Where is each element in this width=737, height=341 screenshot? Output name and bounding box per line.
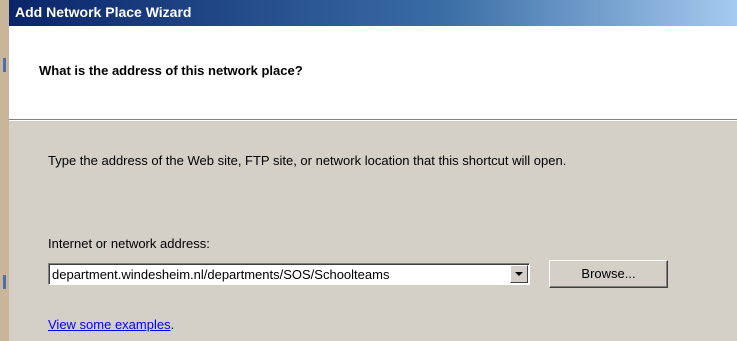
title-bar[interactable]: Add Network Place Wizard bbox=[9, 0, 737, 26]
browse-button[interactable]: Browse... bbox=[549, 260, 668, 288]
address-combobox[interactable]: department.windesheim.nl/departments/SOS… bbox=[48, 263, 530, 285]
wizard-header: What is the address of this network plac… bbox=[9, 26, 737, 119]
background-window-edge bbox=[0, 0, 9, 341]
header-divider-highlight bbox=[9, 120, 737, 121]
view-examples-link[interactable]: View some examples bbox=[48, 317, 171, 332]
address-label: Internet or network address: bbox=[48, 236, 210, 251]
background-window-mark bbox=[3, 275, 6, 289]
address-dropdown-button[interactable] bbox=[510, 265, 528, 283]
wizard-heading: What is the address of this network plac… bbox=[39, 63, 303, 78]
examples-link-row: View some examples. bbox=[48, 317, 174, 332]
chevron-down-icon bbox=[515, 272, 523, 276]
background-window-mark bbox=[3, 58, 6, 72]
add-network-place-wizard-window: Add Network Place Wizard What is the add… bbox=[0, 0, 737, 341]
address-input[interactable]: department.windesheim.nl/departments/SOS… bbox=[52, 267, 507, 282]
examples-link-suffix: . bbox=[170, 317, 175, 332]
instructions-text: Type the address of the Web site, FTP si… bbox=[48, 153, 567, 168]
window-title: Add Network Place Wizard bbox=[15, 4, 192, 20]
